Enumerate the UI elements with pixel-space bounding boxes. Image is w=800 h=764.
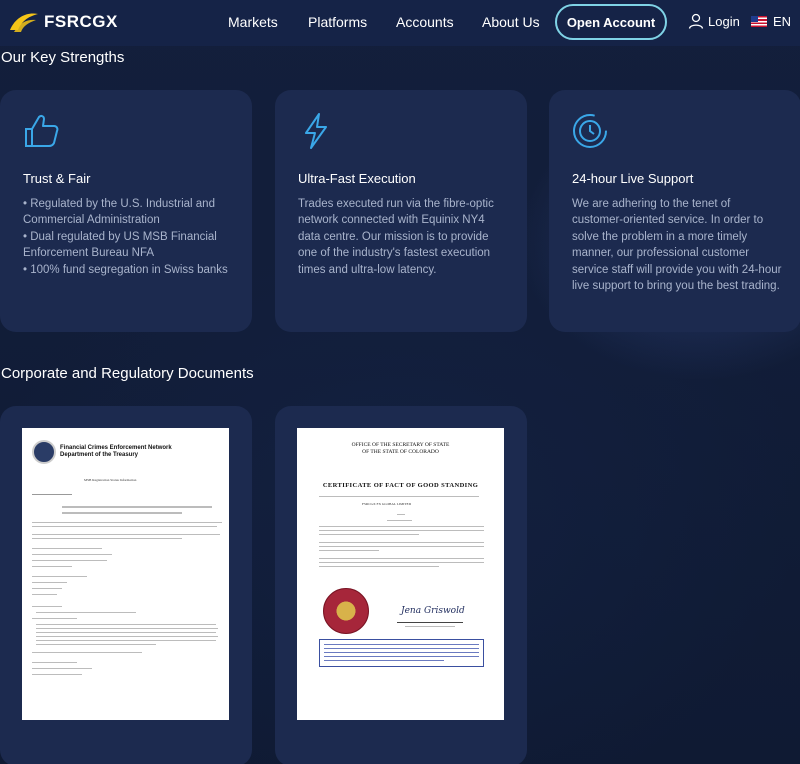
text-line <box>32 494 72 495</box>
text-line <box>36 644 156 645</box>
fincen-title: Financial Crimes Enforcement Network <box>60 445 172 451</box>
thumbs-up-icon <box>25 114 59 147</box>
text-line <box>319 530 484 531</box>
text-line <box>32 548 102 549</box>
text-line <box>319 558 484 559</box>
lightning-icon <box>305 113 327 149</box>
text-line <box>324 648 479 649</box>
text-line <box>32 534 220 535</box>
signature: Jena Griswold <box>401 606 465 616</box>
text-line <box>324 660 444 661</box>
nav-markets[interactable]: Markets <box>228 14 278 30</box>
card-description: We are adhering to the tenet of customer… <box>572 198 782 293</box>
wave-logo-icon <box>10 13 38 32</box>
card-description: • Regulated by the U.S. Industrial and C… <box>23 196 235 278</box>
user-icon <box>688 13 704 29</box>
nav-about-us[interactable]: About Us <box>482 14 540 30</box>
text-line <box>32 522 222 523</box>
nav-platforms[interactable]: Platforms <box>308 14 367 30</box>
strength-card-trust: Trust & Fair • Regulated by the U.S. Ind… <box>0 90 252 332</box>
text-line <box>32 606 62 607</box>
support-clock-icon <box>573 114 607 148</box>
text-line <box>36 636 218 637</box>
strengths-heading: Our Key Strengths <box>1 49 125 66</box>
notice-box <box>319 639 484 667</box>
office-line-1: OFFICE OF THE SECRETARY OF STATE <box>351 442 450 448</box>
language-selector[interactable]: EN <box>751 14 791 29</box>
card-title: Ultra-Fast Execution <box>298 171 416 186</box>
top-nav: FSRCGX Markets Platforms Accounts About … <box>0 0 800 46</box>
text-line <box>36 624 216 625</box>
text-line <box>32 576 87 577</box>
text-line <box>36 628 218 629</box>
card-title: 24-hour Live Support <box>572 171 694 186</box>
text-line <box>32 566 72 567</box>
text-line <box>32 526 217 527</box>
text-line <box>32 652 142 653</box>
documents-heading: Corporate and Regulatory Documents <box>1 365 254 382</box>
text-line <box>324 644 479 645</box>
bullet-item: • Dual regulated by US MSB Financial Enf… <box>23 230 217 260</box>
us-flag-icon <box>751 16 767 27</box>
text-line <box>32 582 67 583</box>
colorado-good-standing-certificate[interactable]: OFFICE OF THE SECRETARY OF STATE OF THE … <box>297 428 504 720</box>
company-name: FSRCGX FX GLOBAL LIMITED <box>362 502 412 506</box>
fincen-department: Department of the Treasury <box>60 452 139 458</box>
text-line <box>32 560 107 561</box>
document-card-fincen[interactable]: Financial Crimes Enforcement Network Dep… <box>0 406 252 764</box>
strength-card-support: 24-hour Live Support We are adhering to … <box>549 90 800 332</box>
text-line <box>32 588 62 589</box>
text-line <box>62 512 182 514</box>
office-line-2: OF THE STATE OF COLORADO <box>362 449 439 455</box>
card-description: Trades executed run via the fibre-optic … <box>298 198 494 276</box>
text-line <box>36 632 216 633</box>
text-line <box>36 640 216 641</box>
text-line <box>319 534 419 535</box>
fincen-header: Financial Crimes Enforcement Network Dep… <box>32 440 172 464</box>
card-title: Trust & Fair <box>23 171 91 186</box>
fincen-registration-document[interactable]: Financial Crimes Enforcement Network Dep… <box>22 428 229 720</box>
text-line <box>405 626 455 627</box>
treasury-seal-icon <box>32 440 56 464</box>
login-label: Login <box>708 13 740 29</box>
text-line <box>324 656 479 657</box>
text-line <box>32 662 77 663</box>
text-line <box>397 514 405 515</box>
text-line <box>32 554 112 555</box>
nav-accounts[interactable]: Accounts <box>396 14 454 30</box>
text-line <box>319 562 484 563</box>
fincen-subtitle: MSB Registration Status Information <box>84 478 137 482</box>
text-line <box>319 546 484 547</box>
text-line <box>324 652 479 653</box>
text-line <box>319 550 379 551</box>
text-line <box>32 674 82 675</box>
colorado-state-seal-icon <box>323 588 369 634</box>
document-card-colorado[interactable]: OFFICE OF THE SECRETARY OF STATE OF THE … <box>275 406 527 764</box>
text-line <box>319 566 439 567</box>
text-line <box>32 538 182 539</box>
text-line <box>387 520 412 521</box>
bullet-item: • Regulated by the U.S. Industrial and C… <box>23 198 215 227</box>
language-label: EN <box>773 14 792 29</box>
open-account-button[interactable]: Open Account <box>555 4 667 40</box>
signature-line <box>397 622 463 623</box>
text-line <box>319 526 484 527</box>
text-line <box>36 612 136 613</box>
text-line <box>62 506 212 508</box>
login-link[interactable]: Login <box>688 13 740 29</box>
text-line <box>32 594 57 595</box>
brand-name: FSRCGX <box>44 12 118 31</box>
brand-logo[interactable]: FSRCGX <box>8 10 118 34</box>
text-line <box>32 668 92 669</box>
text-line <box>32 618 77 619</box>
strength-card-execution: Ultra-Fast Execution Trades executed run… <box>275 90 527 332</box>
certificate-title: CERTIFICATE OF FACT OF GOOD STANDING <box>322 482 479 489</box>
bullet-item: • 100% fund segregation in Swiss banks <box>23 263 228 276</box>
text-line <box>319 542 484 543</box>
text-line <box>319 496 479 497</box>
